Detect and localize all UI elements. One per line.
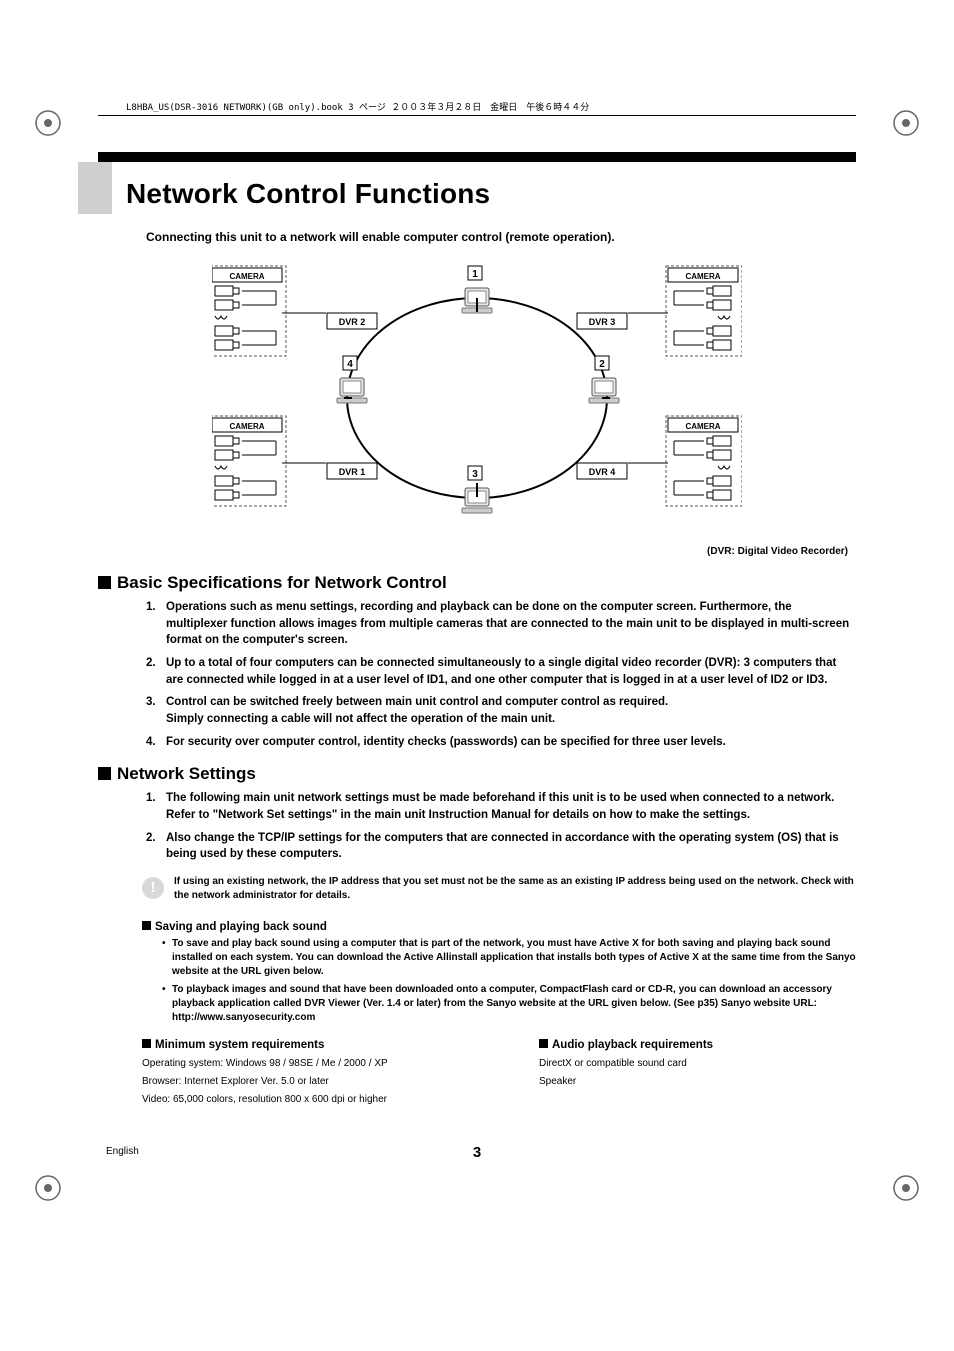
crop-mark-icon <box>30 105 66 141</box>
subheading-sound: Saving and playing back sound <box>142 921 856 933</box>
title-bar: Network Control Functions <box>98 152 856 206</box>
list-item: Up to a total of four computers can be c… <box>146 655 856 688</box>
page-root: L8HBA_US(DSR-3016 NETWORK)(GB only).book… <box>0 0 954 1351</box>
svg-text:DVR 4: DVR 4 <box>589 467 616 477</box>
info-icon: ! <box>142 877 164 899</box>
crop-mark-icon <box>888 105 924 141</box>
audio-req-heading: Audio playback requirements <box>552 1039 713 1051</box>
min-req-heading: Minimum system requirements <box>155 1039 324 1051</box>
list-item: To playback images and sound that have b… <box>162 983 856 1025</box>
list-item: Operations such as menu settings, record… <box>146 599 856 649</box>
svg-text:2: 2 <box>599 359 605 370</box>
svg-text:1: 1 <box>472 269 478 280</box>
svg-text:3: 3 <box>472 469 478 480</box>
page-title: Network Control Functions <box>126 178 490 210</box>
req-line: Speaker <box>539 1075 856 1089</box>
crop-mark-icon <box>888 1170 924 1206</box>
req-line: Browser: Internet Explorer Ver. 5.0 or l… <box>142 1075 459 1089</box>
svg-text:CAMERA: CAMERA <box>229 272 264 281</box>
section-heading-basic: Basic Specifications for Network Control <box>98 573 856 593</box>
svg-text:CAMERA: CAMERA <box>229 422 264 431</box>
list-item: For security over computer control, iden… <box>146 734 856 751</box>
req-line: DirectX or compatible sound card <box>539 1057 856 1071</box>
list-item: To save and play back sound using a comp… <box>162 937 856 979</box>
sound-bullets: To save and play back sound using a comp… <box>146 937 856 1025</box>
svg-text:DVR 3: DVR 3 <box>589 317 616 327</box>
note-text: If using an existing network, the IP add… <box>174 875 856 903</box>
requirements-columns: Minimum system requirements Operating sy… <box>142 1039 856 1111</box>
svg-text:CAMERA: CAMERA <box>685 422 720 431</box>
diagram-caption: (DVR: Digital Video Recorder) <box>98 546 856 557</box>
section-heading-network: Network Settings <box>98 764 856 784</box>
note-block: ! If using an existing network, the IP a… <box>142 875 856 903</box>
header-path: L8HBA_US(DSR-3016 NETWORK)(GB only).book… <box>98 100 856 116</box>
svg-text:4: 4 <box>347 359 353 370</box>
req-line: Operating system: Windows 98 / 98SE / Me… <box>142 1057 459 1071</box>
list-item: Also change the TCP/IP settings for the … <box>146 830 856 863</box>
intro-text: Connecting this unit to a network will e… <box>146 230 856 244</box>
audio-req-col: Audio playback requirements DirectX or c… <box>539 1039 856 1111</box>
svg-text:DVR 1: DVR 1 <box>339 467 366 477</box>
footer-page-number: 3 <box>473 1144 481 1161</box>
svg-text:DVR 2: DVR 2 <box>339 317 366 327</box>
crop-mark-icon <box>30 1170 66 1206</box>
network-diagram: DVR 2 DVR 3 DVR 1 DVR 4 1 2 3 4 CAMERA <box>212 258 742 538</box>
req-line: Video: 65,000 colors, resolution 800 x 6… <box>142 1093 459 1107</box>
list-item: The following main unit network settings… <box>146 790 856 823</box>
footer-language: English <box>106 1146 139 1157</box>
page-footer: English 3 <box>98 1144 856 1161</box>
min-req-col: Minimum system requirements Operating sy… <box>142 1039 459 1111</box>
network-list: The following main unit network settings… <box>98 790 856 863</box>
basic-spec-list: Operations such as menu settings, record… <box>98 599 856 750</box>
svg-text:CAMERA: CAMERA <box>685 272 720 281</box>
list-item: Control can be switched freely between m… <box>146 694 856 727</box>
